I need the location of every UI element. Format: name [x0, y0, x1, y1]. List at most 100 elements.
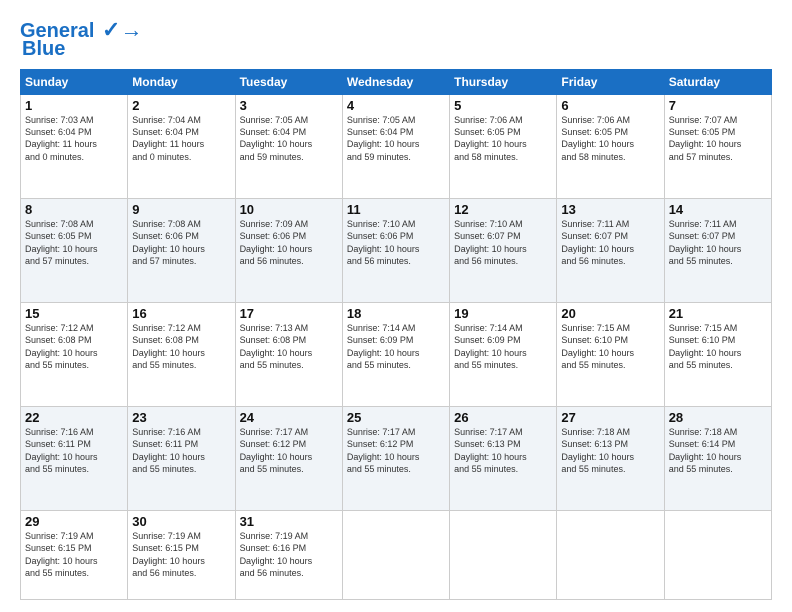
- calendar-week-3: 15Sunrise: 7:12 AM Sunset: 6:08 PM Dayli…: [21, 303, 772, 407]
- day-number: 25: [347, 410, 445, 425]
- weekday-tuesday: Tuesday: [235, 70, 342, 95]
- day-number: 19: [454, 306, 552, 321]
- calendar-cell: 28Sunrise: 7:18 AM Sunset: 6:14 PM Dayli…: [664, 407, 771, 511]
- calendar-cell: 3Sunrise: 7:05 AM Sunset: 6:04 PM Daylig…: [235, 95, 342, 199]
- day-info: Sunrise: 7:08 AM Sunset: 6:05 PM Dayligh…: [25, 218, 123, 267]
- day-number: 29: [25, 514, 123, 529]
- weekday-wednesday: Wednesday: [342, 70, 449, 95]
- day-info: Sunrise: 7:05 AM Sunset: 6:04 PM Dayligh…: [240, 114, 338, 163]
- day-number: 26: [454, 410, 552, 425]
- day-number: 5: [454, 98, 552, 113]
- day-number: 18: [347, 306, 445, 321]
- weekday-saturday: Saturday: [664, 70, 771, 95]
- day-info: Sunrise: 7:08 AM Sunset: 6:06 PM Dayligh…: [132, 218, 230, 267]
- calendar-week-2: 8Sunrise: 7:08 AM Sunset: 6:05 PM Daylig…: [21, 199, 772, 303]
- calendar-cell: 14Sunrise: 7:11 AM Sunset: 6:07 PM Dayli…: [664, 199, 771, 303]
- day-number: 23: [132, 410, 230, 425]
- day-info: Sunrise: 7:16 AM Sunset: 6:11 PM Dayligh…: [25, 426, 123, 475]
- calendar-cell: [557, 511, 664, 600]
- header: General ✓→ Blue: [20, 18, 772, 61]
- day-info: Sunrise: 7:19 AM Sunset: 6:15 PM Dayligh…: [25, 530, 123, 579]
- calendar-cell: [664, 511, 771, 600]
- calendar-cell: 1Sunrise: 7:03 AM Sunset: 6:04 PM Daylig…: [21, 95, 128, 199]
- calendar-cell: 22Sunrise: 7:16 AM Sunset: 6:11 PM Dayli…: [21, 407, 128, 511]
- day-number: 21: [669, 306, 767, 321]
- calendar-cell: 26Sunrise: 7:17 AM Sunset: 6:13 PM Dayli…: [450, 407, 557, 511]
- day-number: 17: [240, 306, 338, 321]
- calendar-cell: [450, 511, 557, 600]
- day-info: Sunrise: 7:17 AM Sunset: 6:12 PM Dayligh…: [240, 426, 338, 475]
- calendar-cell: 7Sunrise: 7:07 AM Sunset: 6:05 PM Daylig…: [664, 95, 771, 199]
- calendar-cell: 29Sunrise: 7:19 AM Sunset: 6:15 PM Dayli…: [21, 511, 128, 600]
- calendar-cell: 13Sunrise: 7:11 AM Sunset: 6:07 PM Dayli…: [557, 199, 664, 303]
- day-info: Sunrise: 7:14 AM Sunset: 6:09 PM Dayligh…: [347, 322, 445, 371]
- day-number: 3: [240, 98, 338, 113]
- day-number: 27: [561, 410, 659, 425]
- day-number: 22: [25, 410, 123, 425]
- day-number: 28: [669, 410, 767, 425]
- calendar-cell: 4Sunrise: 7:05 AM Sunset: 6:04 PM Daylig…: [342, 95, 449, 199]
- day-number: 14: [669, 202, 767, 217]
- day-number: 12: [454, 202, 552, 217]
- calendar-cell: 9Sunrise: 7:08 AM Sunset: 6:06 PM Daylig…: [128, 199, 235, 303]
- day-number: 2: [132, 98, 230, 113]
- calendar-cell: 27Sunrise: 7:18 AM Sunset: 6:13 PM Dayli…: [557, 407, 664, 511]
- day-info: Sunrise: 7:11 AM Sunset: 6:07 PM Dayligh…: [669, 218, 767, 267]
- calendar-cell: 19Sunrise: 7:14 AM Sunset: 6:09 PM Dayli…: [450, 303, 557, 407]
- day-number: 10: [240, 202, 338, 217]
- day-info: Sunrise: 7:12 AM Sunset: 6:08 PM Dayligh…: [132, 322, 230, 371]
- day-info: Sunrise: 7:18 AM Sunset: 6:14 PM Dayligh…: [669, 426, 767, 475]
- day-info: Sunrise: 7:15 AM Sunset: 6:10 PM Dayligh…: [561, 322, 659, 371]
- weekday-sunday: Sunday: [21, 70, 128, 95]
- calendar-cell: 23Sunrise: 7:16 AM Sunset: 6:11 PM Dayli…: [128, 407, 235, 511]
- day-info: Sunrise: 7:19 AM Sunset: 6:15 PM Dayligh…: [132, 530, 230, 579]
- logo-blue: Blue: [20, 38, 65, 61]
- day-info: Sunrise: 7:11 AM Sunset: 6:07 PM Dayligh…: [561, 218, 659, 267]
- day-info: Sunrise: 7:19 AM Sunset: 6:16 PM Dayligh…: [240, 530, 338, 579]
- calendar-table: SundayMondayTuesdayWednesdayThursdayFrid…: [20, 69, 772, 600]
- calendar-cell: 2Sunrise: 7:04 AM Sunset: 6:04 PM Daylig…: [128, 95, 235, 199]
- day-info: Sunrise: 7:10 AM Sunset: 6:06 PM Dayligh…: [347, 218, 445, 267]
- day-info: Sunrise: 7:17 AM Sunset: 6:12 PM Dayligh…: [347, 426, 445, 475]
- day-number: 20: [561, 306, 659, 321]
- day-number: 31: [240, 514, 338, 529]
- day-info: Sunrise: 7:04 AM Sunset: 6:04 PM Dayligh…: [132, 114, 230, 163]
- day-number: 1: [25, 98, 123, 113]
- calendar-cell: 24Sunrise: 7:17 AM Sunset: 6:12 PM Dayli…: [235, 407, 342, 511]
- calendar-cell: 16Sunrise: 7:12 AM Sunset: 6:08 PM Dayli…: [128, 303, 235, 407]
- day-info: Sunrise: 7:09 AM Sunset: 6:06 PM Dayligh…: [240, 218, 338, 267]
- day-info: Sunrise: 7:16 AM Sunset: 6:11 PM Dayligh…: [132, 426, 230, 475]
- page: General ✓→ Blue SundayMondayTuesdayWedne…: [0, 0, 792, 612]
- day-info: Sunrise: 7:15 AM Sunset: 6:10 PM Dayligh…: [669, 322, 767, 371]
- day-number: 11: [347, 202, 445, 217]
- day-info: Sunrise: 7:12 AM Sunset: 6:08 PM Dayligh…: [25, 322, 123, 371]
- weekday-monday: Monday: [128, 70, 235, 95]
- day-number: 7: [669, 98, 767, 113]
- weekday-header-row: SundayMondayTuesdayWednesdayThursdayFrid…: [21, 70, 772, 95]
- calendar-cell: 10Sunrise: 7:09 AM Sunset: 6:06 PM Dayli…: [235, 199, 342, 303]
- day-number: 8: [25, 202, 123, 217]
- calendar-cell: 11Sunrise: 7:10 AM Sunset: 6:06 PM Dayli…: [342, 199, 449, 303]
- day-number: 30: [132, 514, 230, 529]
- weekday-thursday: Thursday: [450, 70, 557, 95]
- calendar-cell: 18Sunrise: 7:14 AM Sunset: 6:09 PM Dayli…: [342, 303, 449, 407]
- day-number: 9: [132, 202, 230, 217]
- calendar-cell: [342, 511, 449, 600]
- logo: General ✓→ Blue: [20, 18, 142, 61]
- calendar-cell: 8Sunrise: 7:08 AM Sunset: 6:05 PM Daylig…: [21, 199, 128, 303]
- calendar-week-1: 1Sunrise: 7:03 AM Sunset: 6:04 PM Daylig…: [21, 95, 772, 199]
- day-info: Sunrise: 7:18 AM Sunset: 6:13 PM Dayligh…: [561, 426, 659, 475]
- day-info: Sunrise: 7:06 AM Sunset: 6:05 PM Dayligh…: [454, 114, 552, 163]
- day-info: Sunrise: 7:06 AM Sunset: 6:05 PM Dayligh…: [561, 114, 659, 163]
- calendar-cell: 25Sunrise: 7:17 AM Sunset: 6:12 PM Dayli…: [342, 407, 449, 511]
- weekday-friday: Friday: [557, 70, 664, 95]
- day-info: Sunrise: 7:17 AM Sunset: 6:13 PM Dayligh…: [454, 426, 552, 475]
- calendar-cell: 12Sunrise: 7:10 AM Sunset: 6:07 PM Dayli…: [450, 199, 557, 303]
- calendar-cell: 21Sunrise: 7:15 AM Sunset: 6:10 PM Dayli…: [664, 303, 771, 407]
- day-info: Sunrise: 7:07 AM Sunset: 6:05 PM Dayligh…: [669, 114, 767, 163]
- calendar-week-5: 29Sunrise: 7:19 AM Sunset: 6:15 PM Dayli…: [21, 511, 772, 600]
- day-info: Sunrise: 7:10 AM Sunset: 6:07 PM Dayligh…: [454, 218, 552, 267]
- day-number: 16: [132, 306, 230, 321]
- calendar-cell: 30Sunrise: 7:19 AM Sunset: 6:15 PM Dayli…: [128, 511, 235, 600]
- day-number: 24: [240, 410, 338, 425]
